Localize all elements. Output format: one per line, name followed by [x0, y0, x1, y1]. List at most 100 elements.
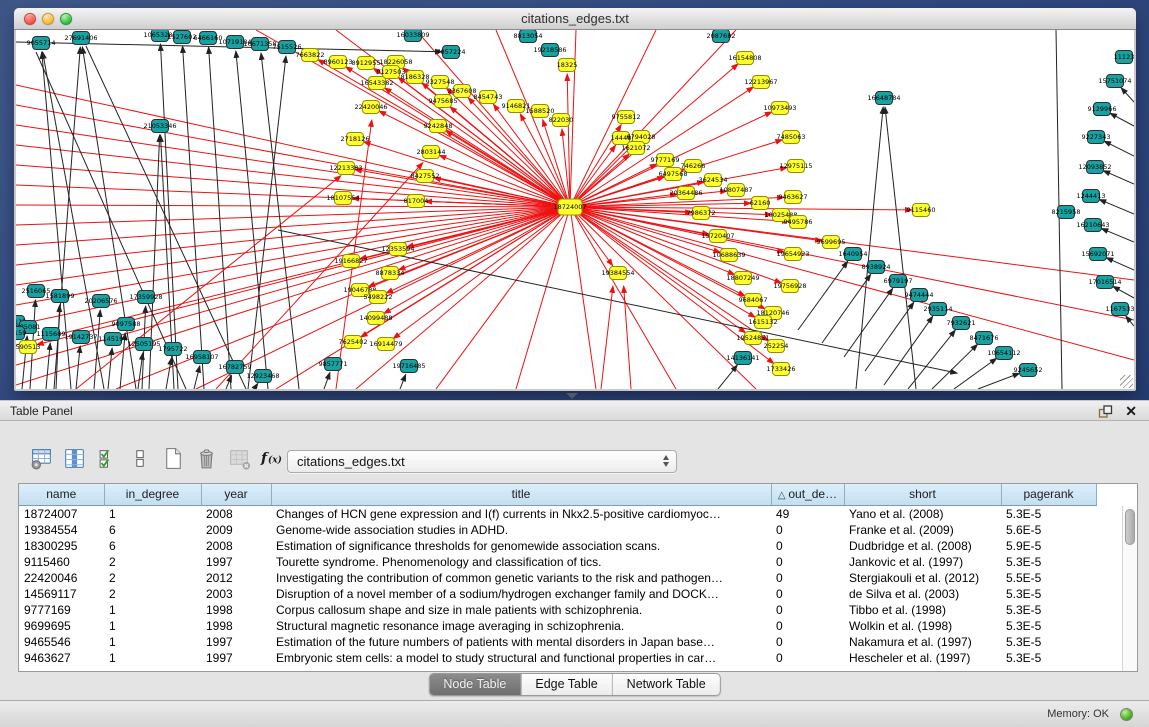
graph-node[interactable]: 8471676 — [970, 332, 999, 345]
graph-node[interactable]: 1640954 — [839, 248, 868, 261]
table-row[interactable]: 1456911722003Disruption of a novel membe… — [19, 586, 1123, 602]
graph-node[interactable]: 7663822 — [296, 49, 325, 62]
table-row[interactable]: 977716911998Corpus callosum shape and si… — [19, 602, 1123, 618]
graph-node[interactable]: 14099488 — [359, 312, 392, 325]
graph-node[interactable]: 19756928 — [773, 280, 806, 293]
table-scrollbar-thumb[interactable] — [1125, 509, 1135, 545]
graph-node[interactable]: 10973493 — [763, 102, 796, 115]
column-header-short[interactable]: short — [844, 484, 1001, 505]
graph-node[interactable]: 9115460 — [907, 204, 936, 217]
graph-node[interactable]: 20206576 — [84, 295, 117, 308]
table-row[interactable]: 911546021997Tourette syndrome. Phenomeno… — [19, 554, 1123, 570]
graph-node[interactable]: 7485063 — [777, 131, 806, 144]
graph-node[interactable]: 14136141 — [726, 352, 759, 365]
graph-node[interactable]: 19218586 — [533, 44, 566, 57]
graph-node[interactable]: 9684067 — [739, 294, 768, 307]
graph-node[interactable]: 817004 — [404, 195, 429, 208]
graph-node[interactable]: 9463627 — [779, 191, 808, 204]
graph-node[interactable]: 7625402 — [339, 336, 368, 349]
minimize-window-button[interactable] — [42, 13, 54, 25]
graph-node[interactable]: 2367608 — [448, 85, 477, 98]
graph-node[interactable]: 1581899 — [46, 290, 75, 303]
delete-table-icon[interactable] — [226, 445, 252, 471]
graph-node[interactable]: 12975115 — [779, 160, 812, 173]
graph-node[interactable]: 1615132 — [749, 316, 778, 329]
graph-node[interactable]: 1527602 — [168, 31, 197, 44]
graph-node[interactable]: 2718126 — [341, 133, 370, 146]
graph-node[interactable]: 10654112 — [987, 347, 1020, 360]
graph-node[interactable]: 822030 — [549, 114, 574, 127]
graph-node[interactable]: 1145194 — [99, 333, 128, 346]
graph-node[interactable]: 7932621 — [947, 317, 976, 330]
graph-node[interactable]: 18724007 — [553, 199, 586, 215]
graph-node[interactable]: 9245652 — [1014, 364, 1043, 377]
function-builder-icon[interactable]: f (x) — [259, 445, 285, 471]
graph-node[interactable]: 11123 — [1114, 51, 1134, 64]
network-canvas[interactable]: 9055714276914061065328715276026466160107… — [16, 30, 1134, 389]
graph-node[interactable]: 2803144 — [417, 146, 446, 159]
column-header-out_de[interactable]: △ out_de… — [771, 484, 844, 505]
graph-node[interactable]: 5498222 — [364, 291, 393, 304]
float-panel-icon[interactable] — [1098, 404, 1113, 419]
table-settings-icon[interactable] — [28, 445, 54, 471]
close-panel-icon[interactable]: ✕ — [1125, 402, 1137, 421]
panel-splitter-handle[interactable] — [566, 393, 578, 399]
window-titlebar[interactable]: citations_edges.txt — [14, 8, 1136, 30]
graph-node[interactable]: 1733426 — [767, 363, 796, 376]
graph-node[interactable]: 16154808 — [728, 52, 761, 65]
network-view-window[interactable]: citations_edges.txt 90557142769140610653… — [14, 8, 1136, 391]
graph-node[interactable]: 19716485 — [392, 360, 425, 373]
graph-node[interactable]: 8878334 — [376, 267, 405, 280]
tab-network-table[interactable]: Network Table — [612, 674, 720, 695]
graph-node[interactable]: 1795722 — [159, 343, 188, 356]
tab-edge-table[interactable]: Edge Table — [520, 674, 611, 695]
graph-node[interactable]: 15751074 — [1098, 75, 1131, 88]
graph-node[interactable]: 8938924 — [862, 261, 891, 274]
graph-node[interactable]: 18807249 — [726, 272, 759, 285]
table-row[interactable]: 946362711997Embryonic stem cells: a mode… — [19, 650, 1123, 666]
graph-node[interactable]: 7986372 — [687, 207, 716, 220]
graph-node[interactable]: 8960123 — [324, 56, 353, 69]
graph-node[interactable]: 9129966 — [1088, 103, 1117, 116]
graph-node[interactable]: 1167533 — [1106, 303, 1134, 316]
graph-node[interactable]: 20364486 — [669, 187, 702, 200]
window-resize-grip[interactable] — [1120, 375, 1133, 388]
graph-node[interactable]: 17359928 — [129, 291, 162, 304]
graph-node[interactable]: 22420046 — [354, 101, 387, 114]
graph-node[interactable]: 19654923 — [776, 248, 809, 261]
graph-node[interactable]: 9474444 — [905, 289, 934, 302]
graph-node[interactable]: 19142737 — [64, 331, 97, 344]
graph-node[interactable]: 8427552 — [411, 170, 440, 183]
table-row[interactable]: 969969511998Structural magnetic resonanc… — [19, 618, 1123, 634]
graph-node[interactable]: 12353594 — [381, 243, 414, 256]
table-row[interactable]: 1938455462009Genome-wide association stu… — [19, 522, 1123, 538]
row-selection-icon[interactable] — [94, 445, 120, 471]
graph-node[interactable]: 12505195 — [127, 338, 160, 351]
graph-node[interactable]: 33159 — [16, 327, 26, 340]
column-header-in_degree[interactable]: in_degree — [104, 484, 201, 505]
graph-node[interactable]: 6979197 — [884, 275, 913, 288]
graph-node[interactable]: 252254 — [764, 340, 789, 353]
new-table-icon[interactable] — [160, 445, 186, 471]
column-header-name[interactable]: name — [19, 484, 104, 505]
graph-node[interactable]: 8813054 — [514, 30, 543, 43]
table-row[interactable]: 1872400712008Changes of HCN gene express… — [19, 505, 1123, 522]
column-visibility-icon[interactable] — [61, 445, 87, 471]
graph-node[interactable]: 7857224 — [437, 46, 466, 59]
graph-node[interactable]: 17016514 — [1088, 276, 1121, 289]
graph-node[interactable]: 18107554 — [326, 192, 359, 205]
graph-node[interactable]: 590513 — [16, 341, 40, 354]
graph-node[interactable]: 27691406 — [64, 32, 97, 45]
graph-node[interactable]: 2935114 — [924, 303, 953, 316]
graph-node[interactable]: 9055714 — [27, 37, 56, 50]
graph-node[interactable]: 15692071 — [1081, 248, 1114, 261]
graph-node[interactable]: 9097588 — [112, 318, 141, 331]
delete-rows-trash-icon[interactable] — [193, 445, 219, 471]
graph-node[interactable]: 2087682 — [707, 30, 736, 43]
table-row[interactable]: 946554611997Estimation of the future num… — [19, 634, 1123, 650]
table-panel-header[interactable]: Table Panel ✕ — [0, 400, 1149, 421]
graph-node[interactable]: 9495786 — [784, 216, 813, 229]
graph-node[interactable]: 9857771 — [319, 358, 348, 371]
column-header-pagerank[interactable]: pagerank — [1001, 484, 1096, 505]
graph-node[interactable]: 9699695 — [817, 236, 846, 249]
